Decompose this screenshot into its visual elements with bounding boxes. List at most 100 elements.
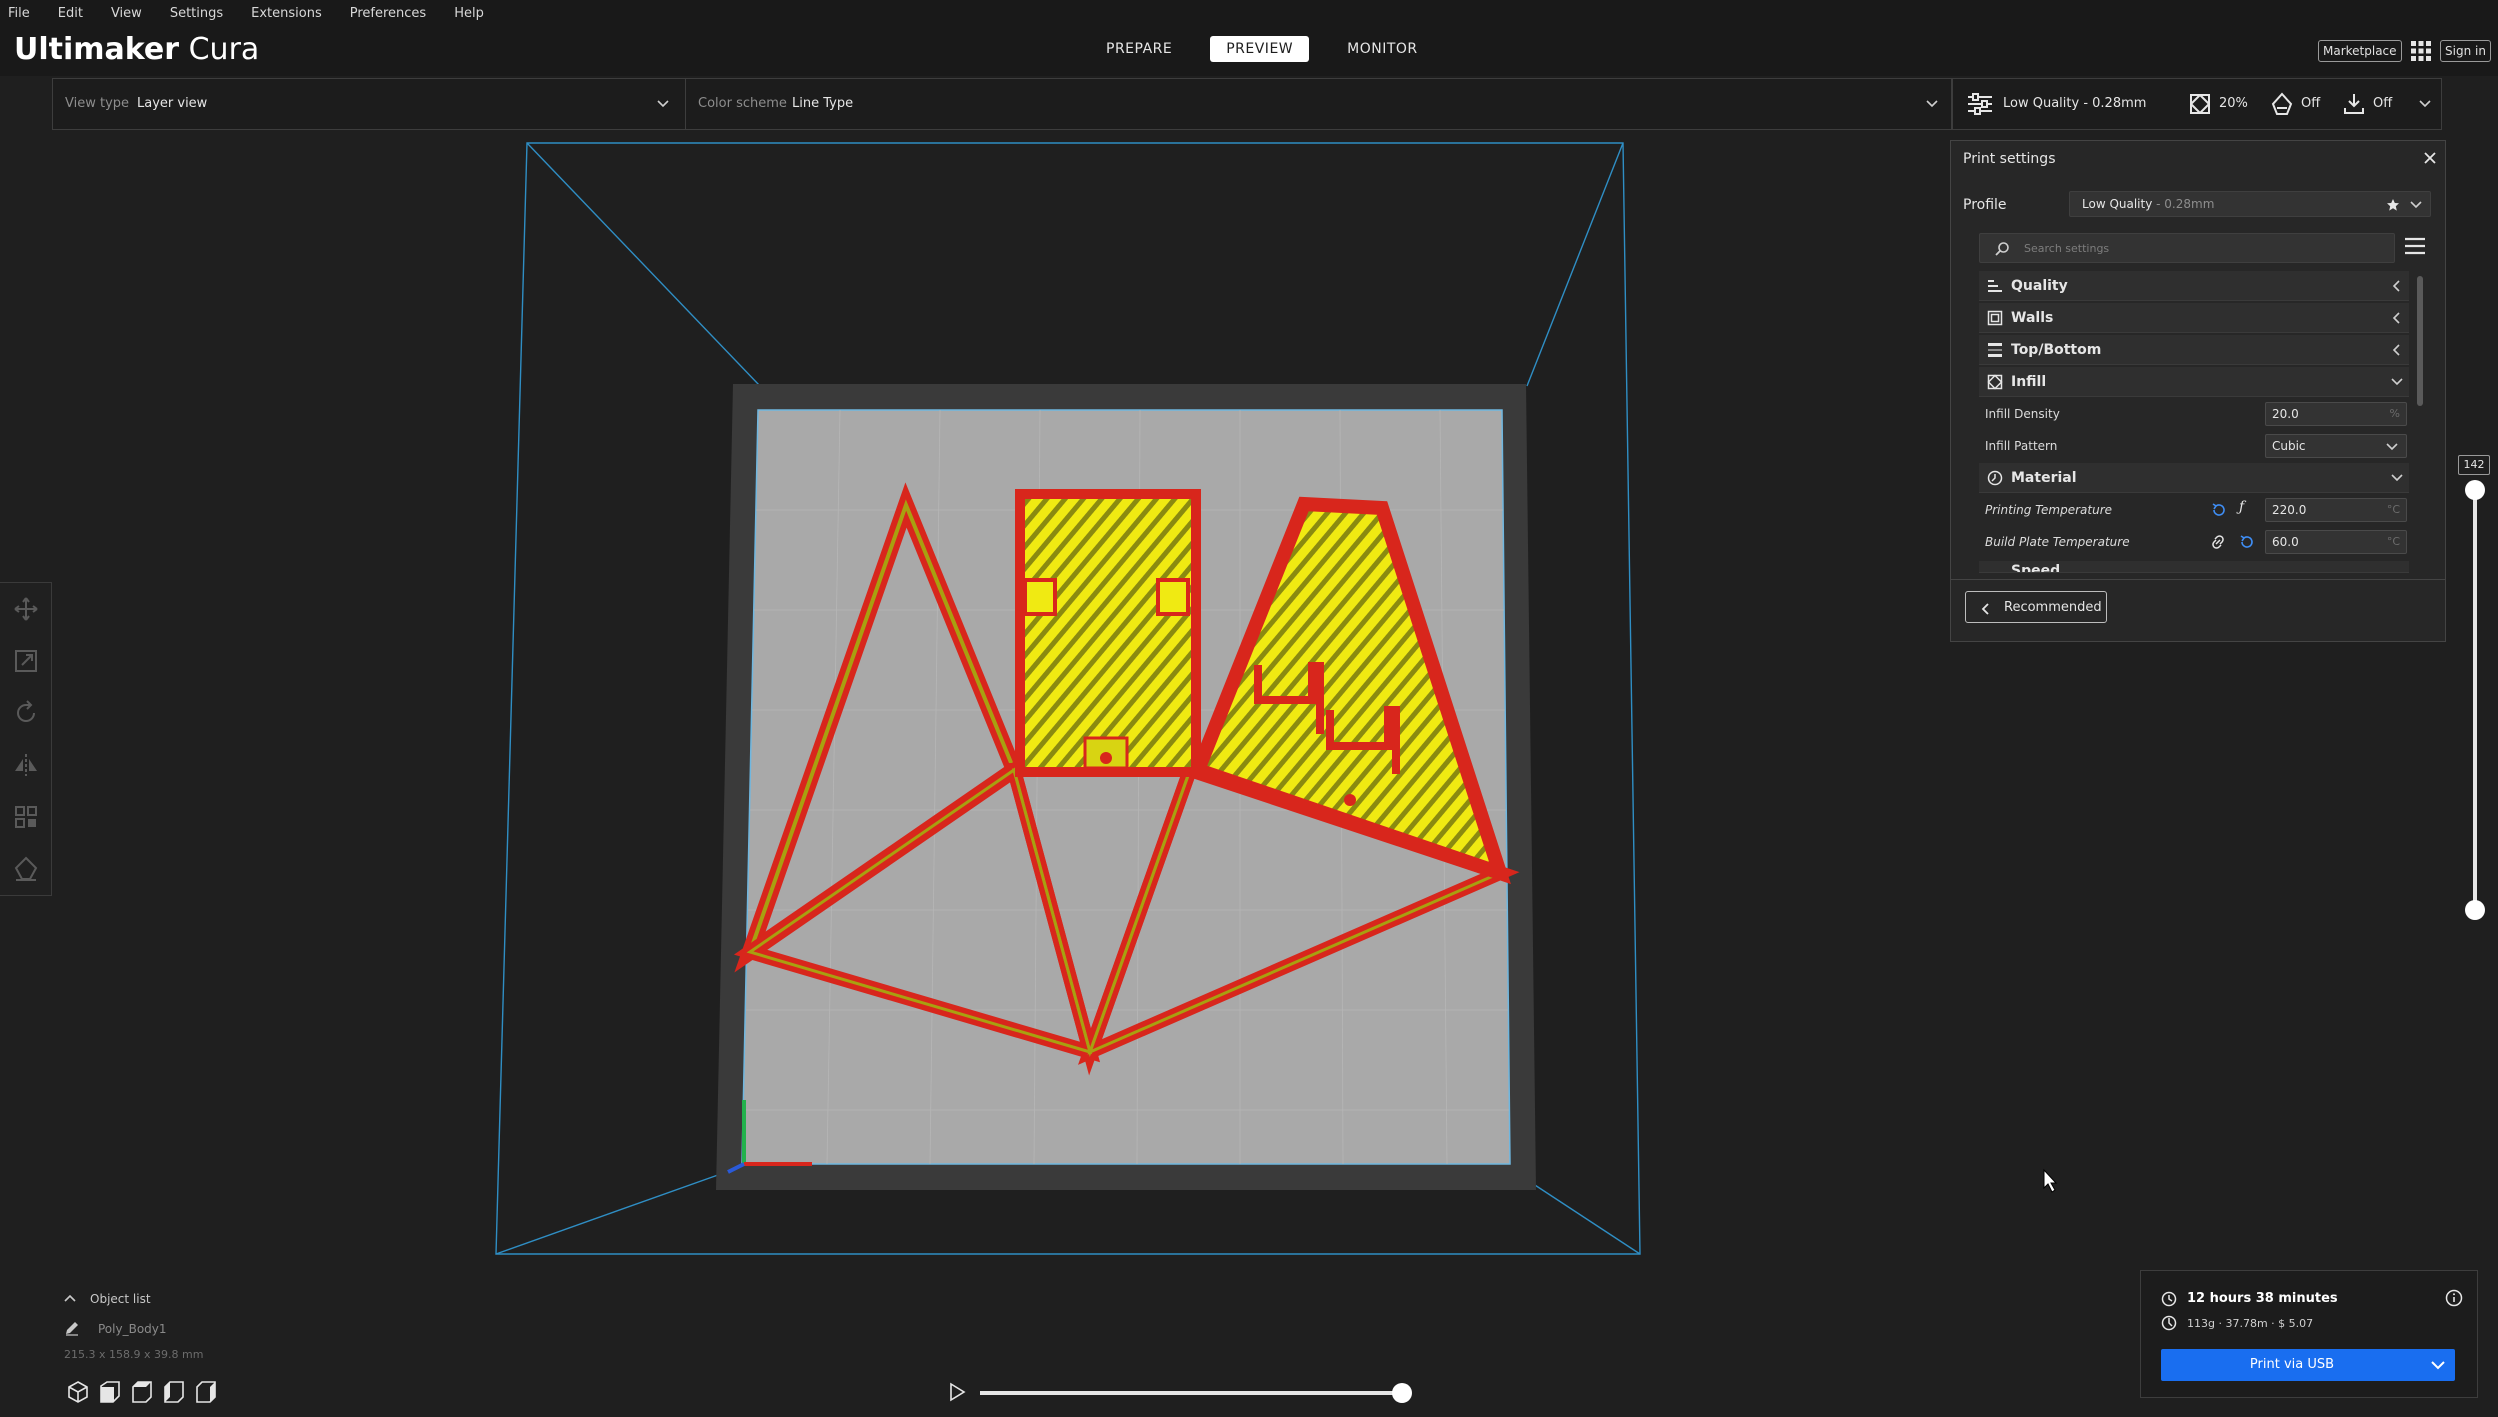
menu-edit[interactable]: Edit: [58, 6, 83, 21]
layer-slider-track[interactable]: [2473, 490, 2477, 910]
reset-icon[interactable]: [2211, 502, 2227, 518]
menu-settings[interactable]: Settings: [170, 6, 223, 21]
chevron-left-icon: [2392, 312, 2400, 324]
reset-icon[interactable]: [2239, 534, 2255, 550]
category-infill[interactable]: Infill: [1979, 367, 2409, 397]
print-settings-panel: Print settings Profile Low Quality - 0.2…: [1950, 140, 2446, 642]
build-plate-temperature-input[interactable]: 60.0 °C: [2265, 530, 2407, 554]
setting-label: Infill Density: [1985, 407, 2060, 421]
object-dimensions: 215.3 x 158.9 x 39.8 mm: [64, 1348, 204, 1361]
profile-value: Low Quality - 0.28mm: [2082, 197, 2215, 211]
chevron-left-icon: [1981, 603, 1989, 615]
print-job-panel: 12 hours 38 minutes 113g · 37.78m · $ 5.…: [2140, 1270, 2478, 1398]
simulation-slider-handle[interactable]: [1392, 1383, 1412, 1403]
category-speed[interactable]: Speed: [1979, 561, 2409, 573]
printing-temperature-input[interactable]: 220.0 °C: [2265, 498, 2407, 522]
summary-support: Off: [2301, 96, 2321, 111]
pencil-icon[interactable]: [64, 1320, 80, 1336]
profile-select[interactable]: Low Quality - 0.28mm: [2069, 191, 2431, 217]
search-icon: [1995, 242, 2009, 256]
top-view-icon[interactable]: [130, 1380, 154, 1404]
layer-slider-bottom-handle[interactable]: [2465, 900, 2485, 920]
chevron-down-icon[interactable]: [2419, 99, 2431, 109]
clock-icon: [2161, 1291, 2177, 1307]
view-bar: View type Layer view Color scheme Line T…: [52, 78, 1952, 130]
input-value: 20.0: [2272, 407, 2299, 421]
simulation-slider-track[interactable]: [980, 1391, 1402, 1395]
brand-bold: Ultimaker: [14, 32, 180, 67]
setting-infill-density: Infill Density 20.0 %: [1985, 399, 2409, 429]
move-tool-icon[interactable]: [12, 595, 40, 623]
infill-density-input[interactable]: 20.0 %: [2265, 402, 2407, 426]
infill-pattern-select[interactable]: Cubic: [2265, 434, 2407, 458]
mouse-cursor: [2043, 1168, 2058, 1193]
chevron-up-icon[interactable]: [64, 1294, 76, 1304]
print-settings-summary[interactable]: Low Quality - 0.28mm 20% Off Off: [1952, 78, 2442, 130]
function-icon[interactable]: ƒ: [2239, 499, 2244, 515]
material-icon: [1987, 470, 2003, 486]
menu-view[interactable]: View: [111, 6, 142, 21]
category-quality[interactable]: Quality: [1979, 271, 2409, 301]
chevron-down-icon[interactable]: [2431, 1360, 2445, 1370]
input-value: 220.0: [2272, 503, 2307, 517]
menu-help[interactable]: Help: [454, 6, 484, 21]
star-icon[interactable]: [2386, 198, 2400, 212]
category-label: Top/Bottom: [2011, 342, 2102, 358]
right-view-icon[interactable]: [194, 1380, 218, 1404]
panel-title: Print settings: [1963, 151, 2056, 167]
search-settings-input[interactable]: Search settings: [1979, 233, 2395, 263]
layer-slider-top-handle[interactable]: [2465, 480, 2485, 500]
layer-number-input[interactable]: 142: [2458, 455, 2490, 475]
color-scheme-value: Line Type: [792, 96, 854, 111]
settings-scrollbar[interactable]: [2417, 276, 2423, 406]
menu-preferences[interactable]: Preferences: [350, 6, 426, 21]
app-title: Ultimaker Cura: [14, 32, 259, 67]
tab-prepare[interactable]: PREPARE: [1090, 36, 1188, 62]
button-label: Recommended: [2004, 600, 2102, 615]
front-view-icon[interactable]: [98, 1380, 122, 1404]
view-type-select[interactable]: View type Layer view: [53, 79, 685, 129]
menu-extensions[interactable]: Extensions: [251, 6, 322, 21]
settings-sliders-icon: [1968, 93, 1992, 115]
hamburger-icon[interactable]: [2403, 235, 2427, 257]
close-icon[interactable]: [2423, 151, 2437, 165]
rotate-tool-icon[interactable]: [12, 699, 40, 727]
info-icon[interactable]: [2445, 1289, 2463, 1307]
scale-tool-icon[interactable]: [12, 647, 40, 675]
menu-bar: File Edit View Settings Extensions Prefe…: [0, 0, 2498, 26]
category-top-bottom[interactable]: Top/Bottom: [1979, 335, 2409, 365]
3d-view-icon[interactable]: [66, 1380, 90, 1404]
tab-preview[interactable]: PREVIEW: [1210, 36, 1310, 62]
link-icon[interactable]: [2209, 534, 2227, 550]
per-model-settings-icon[interactable]: [12, 803, 40, 831]
menu-file[interactable]: File: [8, 6, 30, 21]
tool-bar: [0, 582, 52, 896]
category-walls[interactable]: Walls: [1979, 303, 2409, 333]
setting-label: Infill Pattern: [1985, 439, 2058, 453]
sign-in-button[interactable]: Sign in: [2440, 40, 2491, 62]
play-icon[interactable]: [948, 1382, 966, 1402]
button-label: Print via USB: [2249, 1357, 2335, 1372]
object-list-header[interactable]: Object list: [90, 1292, 151, 1306]
divider: [1951, 579, 2445, 580]
tab-monitor[interactable]: MONITOR: [1331, 36, 1434, 62]
print-via-usb-button[interactable]: Print via USB: [2161, 1349, 2455, 1381]
mirror-tool-icon[interactable]: [12, 751, 40, 779]
marketplace-button[interactable]: Marketplace: [2318, 40, 2402, 62]
color-scheme-select[interactable]: Color scheme Line Type: [686, 79, 1952, 129]
chevron-down-icon: [2410, 201, 2422, 209]
input-value: 60.0: [2272, 535, 2299, 549]
support-blocker-icon[interactable]: [12, 855, 40, 883]
category-label: Material: [2011, 470, 2077, 486]
category-label: Infill: [2011, 374, 2047, 390]
recommended-button[interactable]: Recommended: [1965, 591, 2107, 623]
search-placeholder: Search settings: [2024, 242, 2110, 255]
setting-label: Printing Temperature: [1985, 503, 2113, 517]
chevron-down-icon: [2391, 378, 2403, 386]
category-material[interactable]: Material: [1979, 463, 2409, 493]
chevron-down-icon: [2386, 443, 2398, 451]
support-icon: [2271, 92, 2293, 115]
apps-grid-icon[interactable]: [2410, 40, 2432, 62]
left-view-icon[interactable]: [162, 1380, 186, 1404]
top-bottom-icon: [1988, 343, 2002, 357]
